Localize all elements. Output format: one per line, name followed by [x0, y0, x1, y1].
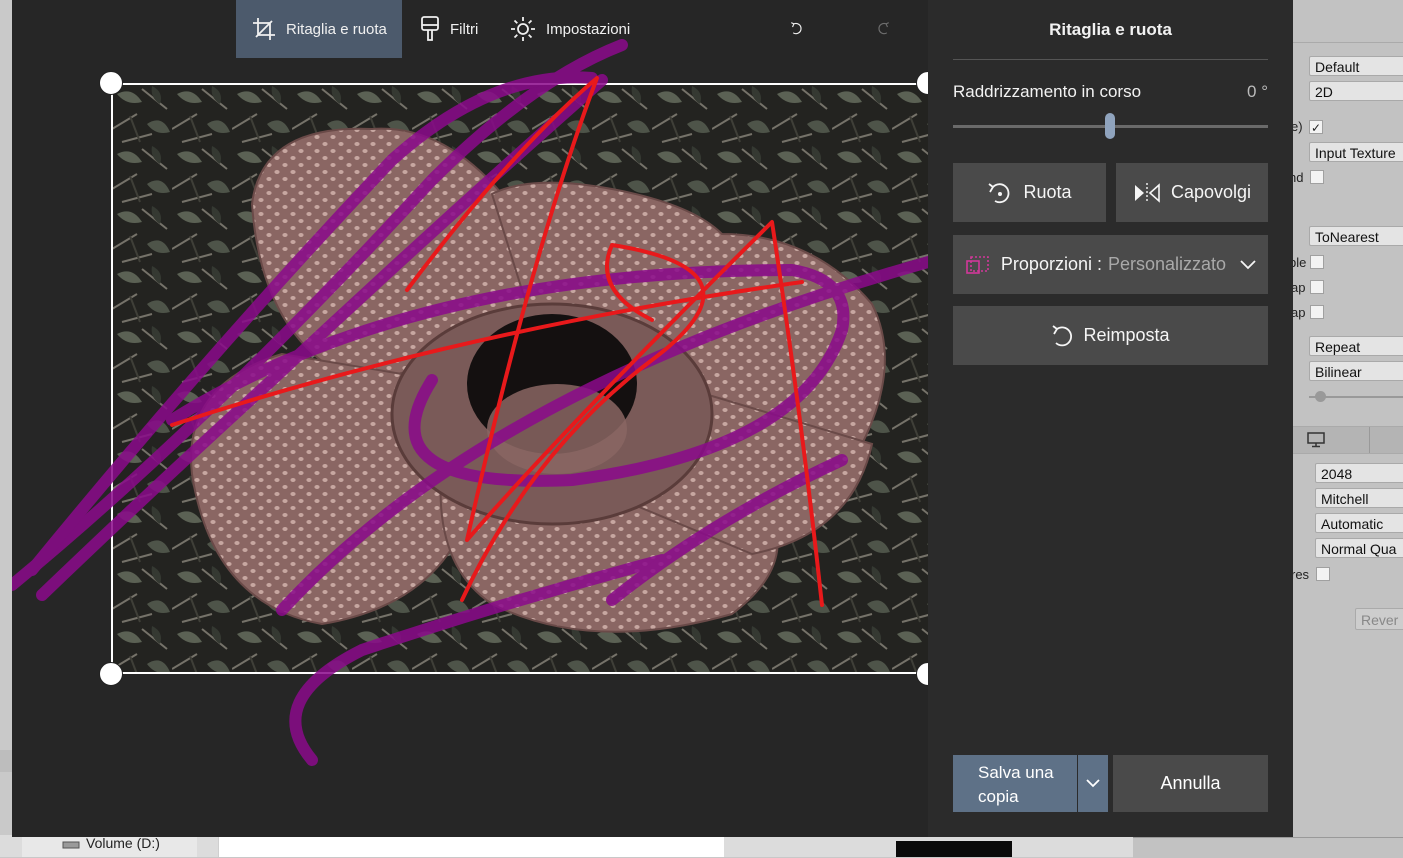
brightness-icon [511, 17, 535, 41]
aspect-ratio-icon [966, 255, 989, 274]
inspector-field-input-texture[interactable]: Input Texture [1309, 142, 1403, 162]
revert-button[interactable]: Rever [1355, 608, 1403, 630]
background-left-edge [0, 0, 12, 835]
inspector-field-automatic[interactable]: Automatic [1315, 513, 1403, 533]
brush-icon [421, 16, 439, 41]
rotate-label: Ruota [1023, 182, 1072, 202]
background-strip [0, 750, 12, 772]
inspector-label: ap [1293, 280, 1306, 295]
panel-divider [953, 59, 1268, 60]
inspector-field-repeat[interactable]: Repeat [1309, 336, 1403, 356]
canvas-area: Ritaglia e ruota Filtri Impostazioni [12, 0, 928, 837]
tab-divider [1369, 427, 1370, 453]
inspector-checkbox[interactable] [1310, 170, 1324, 184]
inspector-label: ap [1293, 305, 1306, 320]
inspector-checkbox[interactable] [1310, 255, 1324, 269]
inspector-field-normal-quality[interactable]: Normal Qua [1315, 538, 1403, 558]
straighten-slider-thumb[interactable] [1105, 113, 1115, 139]
straighten-label: Raddrizzamento in corso [953, 82, 1142, 101]
inspector-field-mitchell[interactable]: Mitchell [1315, 488, 1403, 508]
drive-label: Volume (D:) [86, 835, 160, 851]
crop-handle-bottom-left[interactable] [99, 662, 123, 686]
inspector-divider [1293, 453, 1403, 454]
edit-toolbar: Ritaglia e ruota Filtri Impostazioni [12, 0, 928, 58]
photos-window: Ritaglia e ruota Filtri Impostazioni Rit… [12, 0, 1293, 837]
drive-item-d[interactable]: Volume (D:) [62, 835, 160, 851]
drive-icon [62, 841, 80, 849]
inspector-checkbox[interactable] [1310, 305, 1324, 319]
tab-settings-label: Impostazioni [546, 20, 631, 38]
redo-button[interactable] [876, 0, 900, 58]
background-bottom-right-panel [1133, 837, 1403, 858]
inspector-checkbox[interactable] [1310, 280, 1324, 294]
inspector-checkbox-checked[interactable]: ✓ [1309, 120, 1323, 135]
reset-button[interactable]: Reimposta [953, 306, 1268, 365]
flip-icon [1134, 182, 1160, 203]
inspector-field-default[interactable]: Default [1309, 56, 1403, 76]
rotate-icon [988, 182, 1010, 203]
flip-label: Capovolgi [1170, 182, 1252, 202]
inspector-platform-tabs[interactable] [1293, 427, 1403, 453]
tab-crop-rotate[interactable]: Ritaglia e ruota [236, 0, 402, 58]
crop-rotate-panel: Ritaglia e ruota Raddrizzamento in corso… [928, 0, 1293, 837]
tab-settings[interactable]: Impostazioni [510, 0, 640, 58]
inspector-label: e) [1293, 119, 1303, 134]
inspector-checkbox[interactable] [1316, 567, 1330, 581]
inspector-field-bilinear[interactable]: Bilinear [1309, 361, 1403, 381]
rotate-button[interactable]: Ruota [953, 163, 1106, 222]
monitor-icon [1307, 432, 1325, 448]
inspector-label: nd [1293, 170, 1304, 185]
undo-button[interactable] [790, 0, 814, 58]
inspector-field-2048[interactable]: 2048 [1315, 463, 1403, 483]
inspector-label: ble [1293, 255, 1307, 270]
background-dark-block [896, 841, 1012, 857]
straighten-value: 0 ° [1247, 82, 1268, 101]
cancel-button[interactable]: Annulla [1113, 755, 1268, 812]
chevron-down-icon [1086, 779, 1100, 788]
rafflesia-photo [112, 84, 928, 674]
panel-title: Ritaglia e ruota [1049, 20, 1172, 39]
reset-icon [1052, 324, 1073, 346]
save-options-dropdown[interactable] [1078, 755, 1108, 812]
chevron-down-icon [1240, 259, 1256, 269]
inspector-field-2d[interactable]: 2D [1309, 81, 1403, 101]
inspector-label: res [1293, 567, 1310, 582]
redo-icon [878, 22, 889, 35]
photo-canvas[interactable] [112, 84, 928, 674]
background-file-explorer: Volume (D:) [0, 835, 1293, 857]
aspect-ratio-value: Personalizzato [1107, 254, 1227, 274]
inspector-divider [1293, 42, 1403, 43]
explorer-content-pane [218, 835, 724, 857]
inspector-field-tonearest[interactable]: ToNearest [1309, 226, 1403, 246]
tab-filters[interactable]: Filtri [420, 0, 500, 58]
crop-icon [253, 18, 275, 40]
aspect-ratio-label: Proporzioni : [1000, 254, 1102, 274]
flip-button[interactable]: Capovolgi [1116, 163, 1268, 222]
crop-handle-bottom-right[interactable] [916, 662, 928, 686]
tab-crop-rotate-label: Ritaglia e ruota [286, 20, 387, 38]
save-copy-button[interactable]: Salva una copia [953, 755, 1077, 812]
background-inspector-panel: Default 2D e) ✓ Input Texture nd ToNeare… [1293, 0, 1403, 857]
aspect-ratio-dropdown[interactable]: Proporzioni : Personalizzato [953, 235, 1268, 294]
tab-filters-label: Filtri [450, 20, 479, 38]
undo-icon [791, 22, 802, 35]
reset-label: Reimposta [1083, 325, 1170, 345]
crop-handle-top-left[interactable] [99, 71, 123, 95]
inspector-slider-thumb[interactable] [1315, 391, 1326, 402]
